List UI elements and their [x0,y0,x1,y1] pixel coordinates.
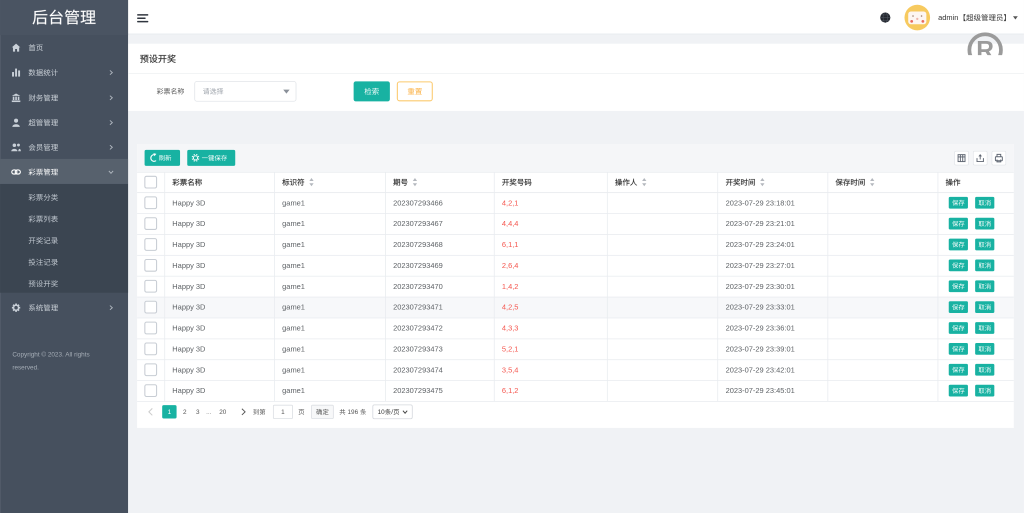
svg-text:game1: game1 [282,240,305,249]
svg-text:202307293471: 202307293471 [393,303,443,312]
svg-text:3,5,4: 3,5,4 [502,365,519,374]
svg-text:202307293472: 202307293472 [393,324,443,333]
svg-text:/: / [391,409,393,416]
svg-text:2023-07-29 23:36:01: 2023-07-29 23:36:01 [726,324,795,333]
svg-text:1: 1 [168,409,172,416]
svg-text:Happy 3D: Happy 3D [172,365,206,374]
svg-text:Happy 3D: Happy 3D [172,386,206,395]
svg-text:2023-07-29 23:42:01: 2023-07-29 23:42:01 [726,365,795,374]
svg-text:Happy 3D: Happy 3D [172,219,206,228]
svg-text:Happy 3D: Happy 3D [172,282,206,291]
svg-text:game1: game1 [282,261,305,270]
svg-text:game1: game1 [282,303,305,312]
svg-text:Happy 3D: Happy 3D [172,261,206,270]
svg-text:Happy 3D: Happy 3D [172,303,206,312]
svg-text:2023-07-29 23:27:01: 2023-07-29 23:27:01 [726,261,795,270]
svg-text:202307293466: 202307293466 [393,198,443,207]
svg-text:Copyright © 2023. All rights: Copyright © 2023. All rights [12,351,89,359]
svg-text:2023-07-29 23:21:01: 2023-07-29 23:21:01 [726,219,795,228]
svg-text:5,2,1: 5,2,1 [502,344,519,353]
svg-text:202307293474: 202307293474 [393,365,443,374]
svg-text:3: 3 [196,409,200,416]
svg-text:game1: game1 [282,365,305,374]
svg-text:reserved.: reserved. [12,364,39,371]
svg-text:4,4,4: 4,4,4 [502,219,519,228]
svg-text:4,2,5: 4,2,5 [502,303,519,312]
svg-text:202307293467: 202307293467 [393,219,443,228]
svg-text:2023-07-29 23:30:01: 2023-07-29 23:30:01 [726,282,795,291]
svg-text:202307293470: 202307293470 [393,282,443,291]
svg-text:admin: admin [938,13,958,22]
svg-text:6,1,1: 6,1,1 [502,240,519,249]
svg-text:game1: game1 [282,198,305,207]
svg-text:2023-07-29 23:39:01: 2023-07-29 23:39:01 [726,344,795,353]
svg-text:202307293469: 202307293469 [393,261,443,270]
svg-text:2023-07-29 23:24:01: 2023-07-29 23:24:01 [726,240,795,249]
svg-text:game1: game1 [282,219,305,228]
svg-text:Happy 3D: Happy 3D [172,324,206,333]
svg-text:1: 1 [281,409,285,416]
svg-text:2023-07-29 23:45:01: 2023-07-29 23:45:01 [726,386,795,395]
svg-text:...: ... [206,409,212,416]
svg-text:202307293473: 202307293473 [393,344,443,353]
svg-text:4,3,3: 4,3,3 [502,324,519,333]
svg-text:20: 20 [219,409,227,416]
svg-text:Happy 3D: Happy 3D [172,198,206,207]
svg-text:202307293468: 202307293468 [393,240,443,249]
svg-text:game1: game1 [282,282,305,291]
svg-text:game1: game1 [282,344,305,353]
svg-text:202307293475: 202307293475 [393,386,443,395]
svg-text:1,4,2: 1,4,2 [502,282,519,291]
svg-text:196: 196 [347,409,358,416]
svg-text:10: 10 [378,409,386,416]
svg-text:game1: game1 [282,324,305,333]
svg-text:4,2,1: 4,2,1 [502,198,519,207]
svg-text:6,1,2: 6,1,2 [502,386,519,395]
svg-text:Happy 3D: Happy 3D [172,240,206,249]
svg-text:2023-07-29 23:18:01: 2023-07-29 23:18:01 [726,198,795,207]
svg-text:2: 2 [183,409,187,416]
svg-text:game1: game1 [282,386,305,395]
svg-text:2023-07-29 23:33:01: 2023-07-29 23:33:01 [726,303,795,312]
svg-text:Happy 3D: Happy 3D [172,344,206,353]
svg-text:2,6,4: 2,6,4 [502,261,519,270]
